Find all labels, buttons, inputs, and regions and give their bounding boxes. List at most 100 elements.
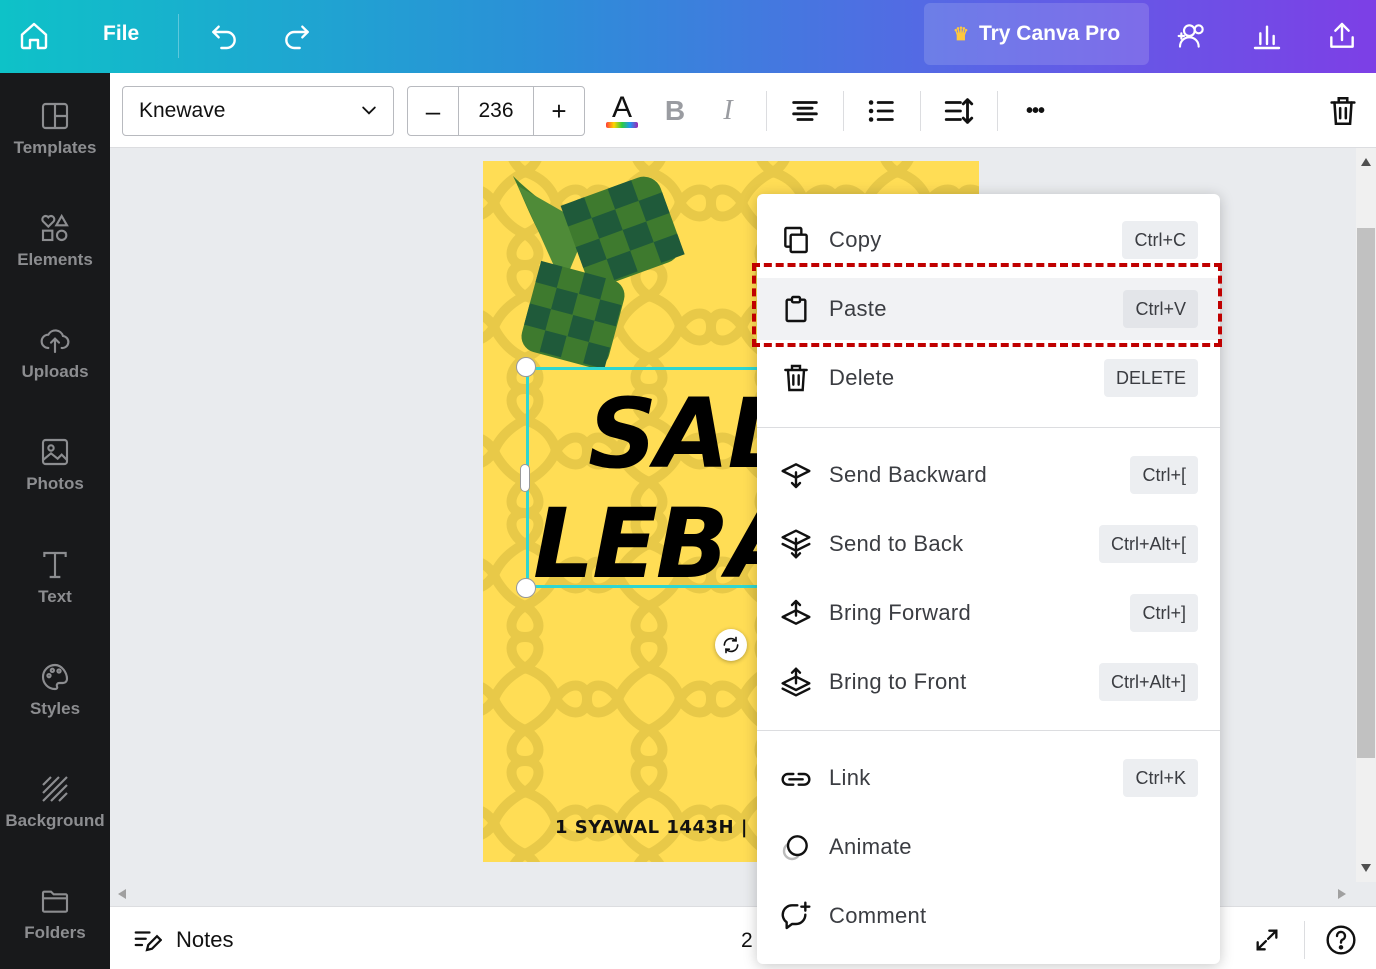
menu-item-send-backward[interactable]: Send Backward Ctrl+[ [757, 444, 1220, 506]
shortcut-badge: Ctrl+Alt+] [1098, 663, 1198, 701]
divider [920, 91, 921, 131]
shortcut-badge: Ctrl+Alt+[ [1098, 525, 1198, 563]
sidebar-item-label: Uploads [21, 362, 89, 381]
paste-highlight-annotation [752, 263, 1222, 347]
shortcut-badge: DELETE [1103, 359, 1198, 397]
menu-item-comment[interactable]: Comment [757, 885, 1220, 947]
menu-item-label: Send to Back [829, 531, 964, 556]
divider [843, 91, 844, 131]
fullscreen-icon[interactable] [1250, 923, 1284, 957]
shortcut-badge: Ctrl+K [1123, 759, 1198, 797]
link-icon [779, 761, 813, 795]
vertical-scrollbar[interactable] [1356, 148, 1376, 882]
sidebar-item-text[interactable]: Text [0, 549, 110, 649]
divider [766, 91, 767, 131]
divider [178, 14, 179, 58]
shortcut-badge: Ctrl+] [1130, 594, 1198, 632]
bring-to-front-icon [779, 665, 813, 699]
scrollbar-thumb[interactable] [1357, 228, 1375, 758]
scroll-up-icon[interactable] [1361, 158, 1371, 166]
trash-icon [779, 361, 813, 395]
font-family-dropdown[interactable]: Knewave [122, 86, 394, 136]
send-to-back-icon [779, 527, 813, 561]
increase-font-size-button[interactable]: + [534, 87, 584, 135]
italic-button[interactable]: I [708, 91, 748, 131]
help-icon[interactable] [1324, 923, 1358, 957]
text-color-icon: A [611, 91, 632, 124]
insights-icon[interactable] [1248, 17, 1286, 55]
bullet-list-icon[interactable] [861, 91, 901, 131]
redo-icon[interactable] [278, 17, 316, 55]
photos-icon [41, 438, 69, 466]
color-bar [606, 122, 638, 128]
divider [997, 91, 998, 131]
file-menu-button[interactable]: File [103, 22, 139, 46]
shortcut-badge: Ctrl+[ [1130, 456, 1198, 494]
notes-icon [134, 931, 162, 952]
menu-item-label: Delete [829, 365, 895, 390]
decrease-font-size-button[interactable]: – [408, 87, 458, 135]
bold-button[interactable]: B [655, 91, 695, 131]
share-people-icon[interactable] [1173, 17, 1211, 55]
font-size-stepper: – 236 + [407, 86, 585, 136]
try-canva-pro-button[interactable]: ♛ Try Canva Pro [924, 3, 1149, 65]
menu-item-copy[interactable]: Copy Ctrl+C [757, 209, 1220, 271]
menu-item-label: Bring to Front [829, 669, 967, 694]
sidebar-item-label: Text [38, 587, 72, 606]
notes-label: Notes [176, 927, 234, 952]
top-bar: File ♛ Try Canva Pro [0, 0, 1376, 73]
text-icon [43, 551, 67, 579]
sidebar-item-background[interactable]: Background [0, 773, 110, 873]
text-toolbar: Knewave – 236 + A B I ••• [110, 73, 1376, 148]
ketupat-illustration [513, 176, 685, 369]
undo-icon[interactable] [205, 17, 243, 55]
chevron-down-icon [362, 106, 376, 115]
align-center-icon[interactable] [785, 91, 825, 131]
sidebar-item-label: Folders [24, 923, 86, 942]
sidebar-item-uploads[interactable]: Uploads [0, 324, 110, 424]
rotate-handle[interactable] [715, 629, 747, 661]
sidebar-item-photos[interactable]: Photos [0, 436, 110, 536]
home-icon[interactable] [15, 17, 53, 55]
menu-item-delete[interactable]: Delete DELETE [757, 347, 1220, 409]
text-color-button[interactable]: A [602, 91, 642, 131]
menu-item-label: Bring Forward [829, 600, 972, 625]
menu-item-link[interactable]: Link Ctrl+K [757, 747, 1220, 809]
sidebar-item-elements[interactable]: Elements [0, 212, 110, 312]
menu-item-animate[interactable]: Animate [757, 816, 1220, 878]
menu-item-label: Copy [829, 227, 882, 252]
uploads-icon [40, 329, 70, 354]
copy-icon [779, 223, 813, 257]
scroll-left-icon[interactable] [118, 889, 126, 899]
resize-handle-bottom-left[interactable] [516, 578, 536, 598]
trash-icon[interactable] [1323, 91, 1363, 131]
menu-item-bring-forward[interactable]: Bring Forward Ctrl+] [757, 582, 1220, 644]
menu-item-label: Link [829, 765, 871, 790]
font-name: Knewave [139, 99, 226, 122]
rotate-icon [723, 636, 739, 654]
sidebar-item-styles[interactable]: Styles [0, 661, 110, 761]
notes-button[interactable]: Notes [132, 925, 233, 955]
styles-icon [41, 663, 69, 691]
background-icon [42, 776, 68, 802]
crown-icon: ♛ [952, 23, 969, 44]
selection-box[interactable] [526, 367, 766, 588]
templates-icon [41, 102, 69, 130]
page-indicator: 2 [741, 929, 753, 952]
menu-item-bring-to-front[interactable]: Bring to Front Ctrl+Alt+] [757, 651, 1220, 713]
more-options-button[interactable]: ••• [1015, 91, 1055, 131]
sidebar-item-templates[interactable]: Templates [0, 100, 110, 200]
animate-icon [779, 830, 813, 864]
resize-handle-top-left[interactable] [516, 357, 536, 377]
sidebar-item-folders[interactable]: Folders [0, 885, 110, 969]
folders-icon [41, 890, 69, 913]
font-size-input[interactable]: 236 [458, 87, 534, 135]
scroll-down-icon[interactable] [1361, 864, 1371, 872]
line-spacing-icon[interactable] [939, 91, 979, 131]
menu-divider [757, 730, 1220, 731]
menu-item-send-to-back[interactable]: Send to Back Ctrl+Alt+[ [757, 513, 1220, 575]
scroll-right-icon[interactable] [1338, 889, 1346, 899]
menu-item-label: Animate [829, 834, 912, 859]
upload-share-icon[interactable] [1323, 17, 1361, 55]
resize-handle-left[interactable] [520, 464, 530, 492]
